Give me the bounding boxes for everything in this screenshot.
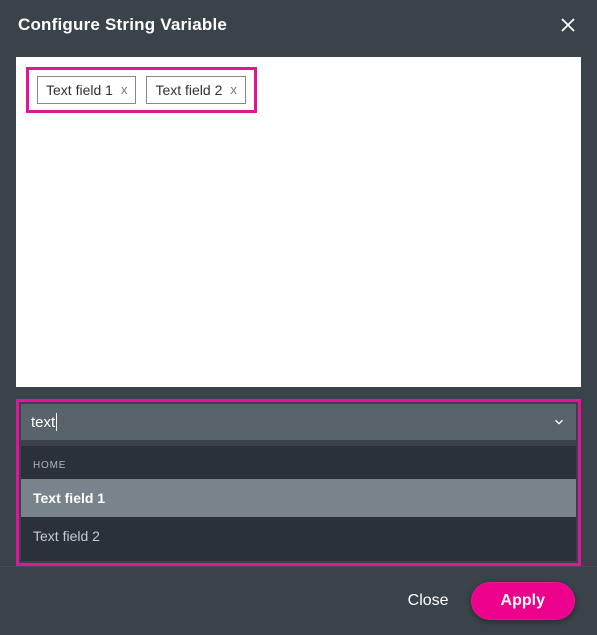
variable-editor-area[interactable]: Text field 1 x Text field 2 x [16, 57, 581, 387]
field-chip[interactable]: Text field 2 x [146, 76, 245, 104]
dropdown-group-label: HOME [21, 456, 576, 479]
dropdown-option[interactable]: Text field 1 [21, 479, 576, 517]
configure-string-variable-dialog: Configure String Variable Text field 1 x… [0, 0, 597, 635]
dialog-title: Configure String Variable [18, 15, 227, 35]
dialog-body: Text field 1 x Text field 2 x text HOM [0, 49, 597, 566]
text-caret [56, 413, 57, 431]
chip-label: Text field 1 [46, 80, 113, 100]
chevron-down-icon [552, 415, 566, 429]
dropdown-option[interactable]: Text field 2 [21, 517, 576, 555]
chip-label: Text field 2 [155, 80, 222, 100]
close-icon [559, 16, 577, 34]
close-button[interactable]: Close [408, 592, 449, 610]
field-dropdown: HOME Text field 1 Text field 2 [21, 446, 576, 561]
chip-remove-button[interactable]: x [230, 80, 237, 100]
field-chip[interactable]: Text field 1 x [37, 76, 136, 104]
dropdown-toggle[interactable] [552, 415, 566, 429]
dialog-title-bar: Configure String Variable [0, 0, 597, 49]
apply-button[interactable]: Apply [471, 582, 575, 620]
dropdown-option-label: Text field 2 [33, 528, 100, 544]
search-text-value: text [31, 414, 55, 431]
field-search-block: text HOME Text field 1 Text field 2 [16, 399, 581, 566]
dropdown-option-label: Text field 1 [33, 490, 105, 506]
search-input-value: text [31, 413, 57, 431]
field-search-input[interactable]: text [21, 404, 576, 440]
chip-remove-button[interactable]: x [121, 80, 128, 100]
selected-fields-chips: Text field 1 x Text field 2 x [26, 67, 257, 113]
dialog-close-button[interactable] [555, 12, 581, 38]
dialog-footer: Close Apply [0, 566, 597, 635]
